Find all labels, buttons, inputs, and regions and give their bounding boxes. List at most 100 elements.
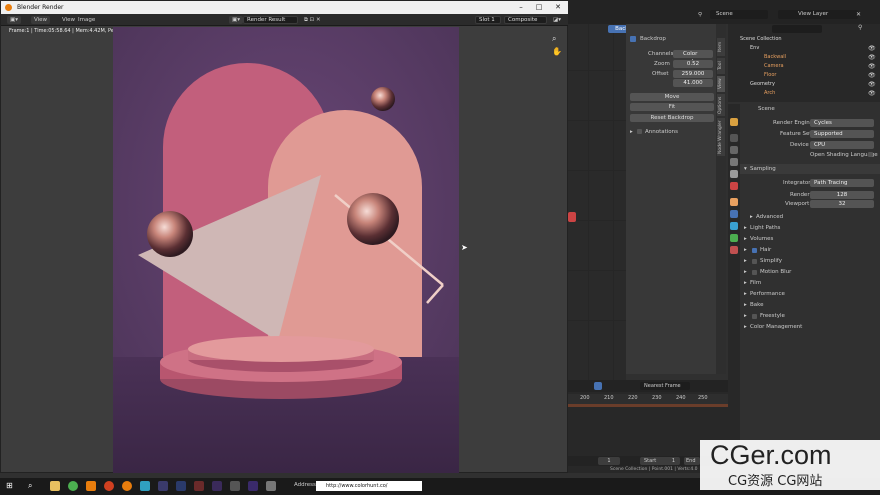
slot-select[interactable]: Slot 1 [475,16,501,24]
volumes-section[interactable]: ▸ Volumes [740,234,880,244]
maximize-icon[interactable]: □ [534,3,544,12]
render-window[interactable]: Blender Render – □ ✕ ▣▾ View View Image … [0,0,569,473]
file-explorer-icon[interactable] [50,481,60,491]
outliner[interactable]: ⚲ Scene Collection Env Backwall Camera F… [728,24,880,102]
scene-pin-icon[interactable]: ⚲ [698,12,702,18]
outliner-item-arch[interactable]: Arch [764,89,775,97]
node-frame-icon[interactable] [568,212,576,222]
app-icon[interactable] [230,481,240,491]
hair-checkbox[interactable] [752,248,757,253]
select-tool-icon[interactable] [594,382,602,390]
close-icon[interactable]: ✕ [553,3,563,12]
layer-select[interactable]: Composite [504,16,547,24]
view-layer-tab-icon[interactable] [730,158,738,166]
chrome-icon[interactable] [68,481,78,491]
vlc-icon[interactable] [86,481,96,491]
modifier-tab-icon[interactable] [730,210,738,218]
annotations-arrow-icon[interactable]: ▸ [630,129,633,135]
outliner-item-floor[interactable]: Floor [764,71,776,79]
end-frame-field[interactable]: End [684,457,700,465]
zoom-icon[interactable]: ⌕ [552,34,556,44]
output-tab-icon[interactable] [730,146,738,154]
motion-blur-checkbox[interactable] [752,270,757,275]
outliner-item-env[interactable]: Env [750,44,759,52]
osl-checkbox[interactable] [868,152,873,157]
editor-type-icon[interactable]: ▣▾ [7,16,21,24]
annotations-checkbox[interactable] [637,129,642,134]
reset-backdrop-button[interactable]: Reset Backdrop [630,114,714,122]
tool-tab-icon[interactable] [730,118,738,126]
offset-y-field[interactable]: 41.000 [673,79,713,87]
filter-icon[interactable]: ⚲ [858,24,862,31]
scene-collection-label[interactable]: Scene Collection [740,35,782,43]
particles-tab-icon[interactable] [730,222,738,230]
device-select[interactable]: CPU [810,141,874,149]
viewport-samples-field[interactable]: 32 [810,200,874,208]
after-effects-icon[interactable] [212,481,222,491]
address-bar-input[interactable]: http://www.colorhunt.co/ [316,481,422,491]
simplify-checkbox[interactable] [752,259,757,264]
render-result-field[interactable]: Render Result [243,16,298,24]
tab-options[interactable]: Options [717,94,725,116]
render-window-titlebar[interactable]: Blender Render – □ ✕ [1,1,569,14]
outliner-item-camera[interactable]: Camera [764,62,784,70]
scene-tab-icon[interactable] [730,170,738,178]
view-layer-selector[interactable]: View Layer [778,10,858,19]
pan-hand-icon[interactable]: ✋ [552,47,562,56]
outliner-item-geometry[interactable]: Geometry [750,80,775,88]
image-actions-icons[interactable]: ⧉ ⊡ ✕ [301,16,324,24]
outliner-search-input[interactable] [772,25,822,33]
close-icon[interactable]: ✕ [856,11,861,18]
advanced-section[interactable]: ▸ Advanced [740,212,880,222]
search-icon[interactable]: ⌕ [28,481,38,491]
sampling-section[interactable]: ▾ Sampling [740,164,880,174]
backdrop-checkbox[interactable] [630,36,636,42]
frame-select[interactable]: Nearest Frame [640,382,690,390]
current-frame-field[interactable]: 1 [598,457,620,465]
image-menu[interactable]: Image [75,16,98,24]
tab-tool[interactable]: Tool [717,58,725,74]
move-button[interactable]: Move [630,93,714,101]
fit-button[interactable]: Fit [630,103,714,111]
visibility-eye-icons[interactable]: 👁 👁 👁 👁 👁 👁 [868,44,876,98]
tab-item[interactable]: Item [717,38,725,56]
light-paths-section[interactable]: ▸ Light Paths [740,223,880,233]
view-menu[interactable]: View [31,16,51,24]
motion-blur-section[interactable]: ▸ Motion Blur [740,267,880,277]
hair-section[interactable]: ▸ Hair [740,245,880,255]
image-browse-icon[interactable]: ▣▾ [229,16,243,24]
bake-section[interactable]: ▸ Bake [740,300,880,310]
app-icon[interactable] [266,481,276,491]
illustrator-icon[interactable] [194,481,204,491]
channels-select[interactable]: Color and... [673,50,713,65]
film-section[interactable]: ▸ Film [740,278,880,288]
start-frame-field[interactable]: Start 1 [640,457,680,465]
premiere-icon[interactable] [158,481,168,491]
render-samples-field[interactable]: 128 [810,191,874,199]
windows-start-icon[interactable]: ⊞ [6,481,16,491]
simplify-section[interactable]: ▸ Simplify [740,256,880,266]
tab-node-wrangler[interactable]: Node Wrangler [717,118,725,156]
integrator-select[interactable]: Path Tracing [810,179,874,187]
photoshop-icon[interactable] [176,481,186,491]
zoom-field[interactable]: 0.52 [673,60,713,68]
world-tab-icon[interactable] [730,182,738,190]
freestyle-checkbox[interactable] [752,314,757,319]
display-channels-icon[interactable]: ◪▾ [550,16,564,24]
app-icon[interactable] [248,481,258,491]
blender-icon[interactable] [122,481,132,491]
app-icon[interactable] [104,481,114,491]
render-engine-select[interactable]: Cycles [810,119,874,127]
material-tab-icon[interactable] [730,246,738,254]
minimize-icon[interactable]: – [516,3,526,12]
render-tab-icon[interactable] [730,134,738,142]
object-tab-icon[interactable] [730,198,738,206]
offset-x-field[interactable]: 259.000 [673,70,713,78]
freestyle-section[interactable]: ▸ Freestyle [740,311,880,321]
tab-view[interactable]: View [717,76,725,92]
physics-tab-icon[interactable] [730,234,738,242]
feature-set-select[interactable]: Supported [810,130,874,138]
color-management-section[interactable]: ▸ Color Management [740,322,880,332]
performance-section[interactable]: ▸ Performance [740,289,880,299]
app-icon[interactable] [140,481,150,491]
